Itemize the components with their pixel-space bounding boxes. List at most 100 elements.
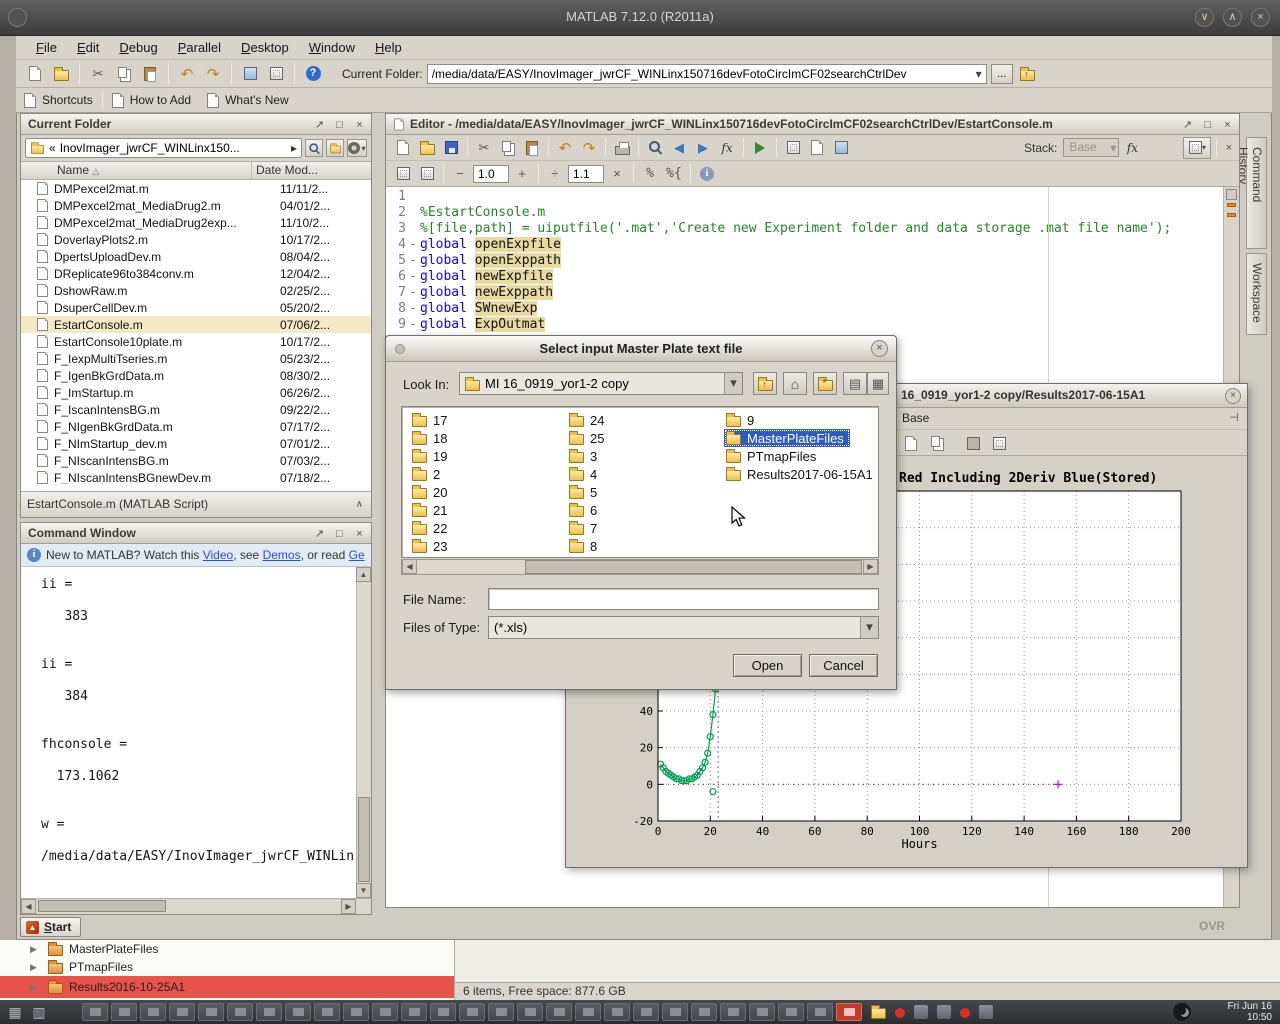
menu-help[interactable]: Help bbox=[365, 37, 412, 58]
file-details-bar[interactable]: EstartConsole.m (MATLAB Script) ∧ bbox=[21, 491, 371, 517]
divide-value-button[interactable]: ÷ bbox=[544, 163, 566, 185]
command-window-console[interactable]: ii = 383 ii = 384 fhconsole = 173.1062 w… bbox=[21, 567, 371, 898]
file-row[interactable]: DMPexcel2mat.m11/11/2... bbox=[21, 180, 371, 197]
file-manager-tree[interactable]: ▶MasterPlateFiles▶PTmapFiles▶Results2016… bbox=[0, 940, 455, 1000]
red-dot-icon[interactable] bbox=[960, 1008, 970, 1018]
file-row[interactable]: DpertsUploadDev.m08/04/2... bbox=[21, 248, 371, 265]
current-folder-panel-header[interactable]: Current Folder ↗ □ × bbox=[21, 114, 371, 135]
file-row[interactable]: EstartConsole.m07/06/2... bbox=[21, 316, 371, 333]
comment-block-icon[interactable]: %{ bbox=[663, 163, 685, 185]
dialog-folder-item[interactable]: 23 bbox=[410, 537, 453, 555]
insert-function-button[interactable]: fx bbox=[716, 137, 738, 159]
dialog-titlebar[interactable]: Select input Master Plate text file × bbox=[386, 336, 896, 362]
publish-button[interactable] bbox=[806, 137, 828, 159]
multiply-value-button[interactable]: × bbox=[606, 163, 628, 185]
dialog-folder-item[interactable]: MasterPlateFiles bbox=[724, 429, 850, 447]
fx-find-button[interactable]: fx bbox=[1121, 137, 1143, 159]
address-input[interactable]: « InovImager_jwrCF_WINLinx150... ▸ bbox=[25, 138, 302, 158]
print-button[interactable] bbox=[611, 137, 633, 159]
folder-list[interactable]: 171819220212223 2425345678 9MasterPlateF… bbox=[401, 406, 879, 558]
file-row[interactable]: EstartConsole10plate.m10/17/2... bbox=[21, 333, 371, 350]
taskbar-window-button[interactable] bbox=[459, 1003, 485, 1021]
taskbar-window-button[interactable] bbox=[314, 1003, 340, 1021]
scroll-thumb[interactable] bbox=[38, 900, 166, 912]
taskbar-window-button[interactable] bbox=[430, 1003, 456, 1021]
folder-icon[interactable] bbox=[871, 1008, 886, 1019]
close-editor-icon[interactable]: × bbox=[1222, 142, 1235, 154]
file-row[interactable]: DMPexcel2mat_MediaDrug2.m04/01/2... bbox=[21, 197, 371, 214]
new-script-button[interactable] bbox=[392, 137, 414, 159]
files-of-type-dropdown[interactable]: (*.xls) ▾ bbox=[488, 616, 879, 639]
home-button[interactable]: ⌂ bbox=[783, 372, 807, 395]
taskbar-window-button[interactable] bbox=[343, 1003, 369, 1021]
dialog-folder-item[interactable]: 2 bbox=[410, 465, 446, 483]
undock-icon[interactable]: ↗ bbox=[313, 115, 326, 135]
taskbar-window-button[interactable] bbox=[140, 1003, 166, 1021]
dialog-folder-item[interactable]: 7 bbox=[567, 519, 603, 537]
taskbar-window-button[interactable] bbox=[546, 1003, 572, 1021]
next-cell-button[interactable] bbox=[416, 163, 438, 185]
paste-button[interactable] bbox=[139, 63, 161, 85]
warning-tick[interactable] bbox=[1227, 213, 1236, 217]
cell-mode-button[interactable] bbox=[782, 137, 804, 159]
taskbar-clock[interactable]: Fri Jun 16 10:50 bbox=[1228, 1001, 1272, 1023]
breadcrumb-collapse-icon[interactable]: « bbox=[49, 141, 56, 155]
menu-file[interactable]: File bbox=[26, 37, 67, 58]
command-window-horizontal-scrollbar[interactable]: ◀ ▶ bbox=[21, 898, 371, 914]
scroll-down-button[interactable]: ▼ bbox=[356, 883, 371, 898]
dialog-folder-item[interactable]: 20 bbox=[410, 483, 453, 501]
undock-icon[interactable]: ↗ bbox=[1181, 115, 1194, 135]
tune-value-1[interactable]: 1.0 bbox=[473, 165, 509, 183]
file-list[interactable]: DMPexcel2mat.m11/11/2...DMPexcel2mat_Med… bbox=[21, 180, 371, 484]
taskbar-window-button[interactable] bbox=[517, 1003, 543, 1021]
taskbar-window-button[interactable] bbox=[778, 1003, 804, 1021]
applications-menu-icon[interactable]: ▦ bbox=[6, 1003, 24, 1021]
taskbar-window-button[interactable] bbox=[82, 1003, 108, 1021]
close-panel-icon[interactable]: × bbox=[353, 115, 366, 135]
tree-item[interactable]: ▶Results2016-10-25A1 bbox=[0, 976, 454, 998]
app-icon[interactable] bbox=[937, 1005, 951, 1019]
scroll-right-button[interactable]: ▶ bbox=[863, 559, 878, 574]
taskbar-window-button[interactable] bbox=[604, 1003, 630, 1021]
taskbar-window-button[interactable] bbox=[720, 1003, 746, 1021]
file-row[interactable]: DMPexcel2mat_MediaDrug2exp...11/10/2... bbox=[21, 214, 371, 231]
maximize-panel-icon[interactable]: □ bbox=[333, 115, 346, 135]
up-one-level-button[interactable]: ↑ bbox=[753, 372, 777, 395]
scroll-left-button[interactable]: ◀ bbox=[21, 899, 36, 914]
shortcut-how-to-add[interactable]: How to Add bbox=[130, 93, 191, 107]
file-row[interactable]: DsuperCellDev.m05/20/2... bbox=[21, 299, 371, 316]
open-button[interactable] bbox=[416, 137, 438, 159]
taskbar-window-button[interactable] bbox=[749, 1003, 775, 1021]
taskbar-window-button[interactable] bbox=[372, 1003, 398, 1021]
message-indicator-box[interactable] bbox=[1226, 189, 1237, 200]
decrement-value-button[interactable]: − bbox=[449, 163, 471, 185]
cancel-button[interactable]: Cancel bbox=[809, 654, 878, 677]
list-view-button[interactable]: ▦ bbox=[867, 372, 889, 395]
command-window-vertical-scrollbar[interactable]: ▲ ▼ bbox=[356, 567, 371, 898]
dialog-folder-item[interactable]: 18 bbox=[410, 429, 453, 447]
app-icon[interactable] bbox=[914, 1005, 928, 1019]
simulink-button[interactable] bbox=[239, 63, 261, 85]
find-button[interactable] bbox=[644, 137, 666, 159]
new-folder-button[interactable]: * bbox=[813, 372, 837, 395]
open-file-button[interactable] bbox=[50, 63, 72, 85]
dropdown-arrow-icon[interactable]: ▾ bbox=[724, 373, 742, 394]
redo-button[interactable]: ↷ bbox=[578, 137, 600, 159]
dialog-folder-item[interactable]: 3 bbox=[567, 447, 603, 465]
taskbar-window-button[interactable] bbox=[198, 1003, 224, 1021]
file-row[interactable]: F_NIscanIntensBGnewDev.m07/18/2... bbox=[21, 469, 371, 484]
actions-menu-button[interactable]: ▾ bbox=[347, 139, 367, 157]
current-folder-dropdown-icon[interactable]: ▾ bbox=[976, 67, 982, 81]
file-name-input[interactable] bbox=[488, 588, 879, 610]
paste-button[interactable] bbox=[521, 137, 543, 159]
file-row[interactable]: F_NIgenBkGrdData.m07/17/2... bbox=[21, 418, 371, 435]
dialog-folder-item[interactable]: 25 bbox=[567, 429, 610, 447]
dialog-folder-item[interactable]: 9 bbox=[724, 411, 760, 429]
dialog-folder-item[interactable]: 19 bbox=[410, 447, 453, 465]
matlab-window-titlebar[interactable]: MATLAB 7.12.0 (R2011a) ∨ ∧ × bbox=[0, 0, 1280, 36]
open-button[interactable]: Open bbox=[733, 654, 802, 677]
menu-edit[interactable]: Edit bbox=[67, 37, 109, 58]
file-row[interactable]: F_IexpMultiTseries.m05/23/2... bbox=[21, 350, 371, 367]
close-panel-icon[interactable]: × bbox=[1221, 115, 1234, 135]
moon-icon[interactable] bbox=[1172, 1002, 1192, 1022]
